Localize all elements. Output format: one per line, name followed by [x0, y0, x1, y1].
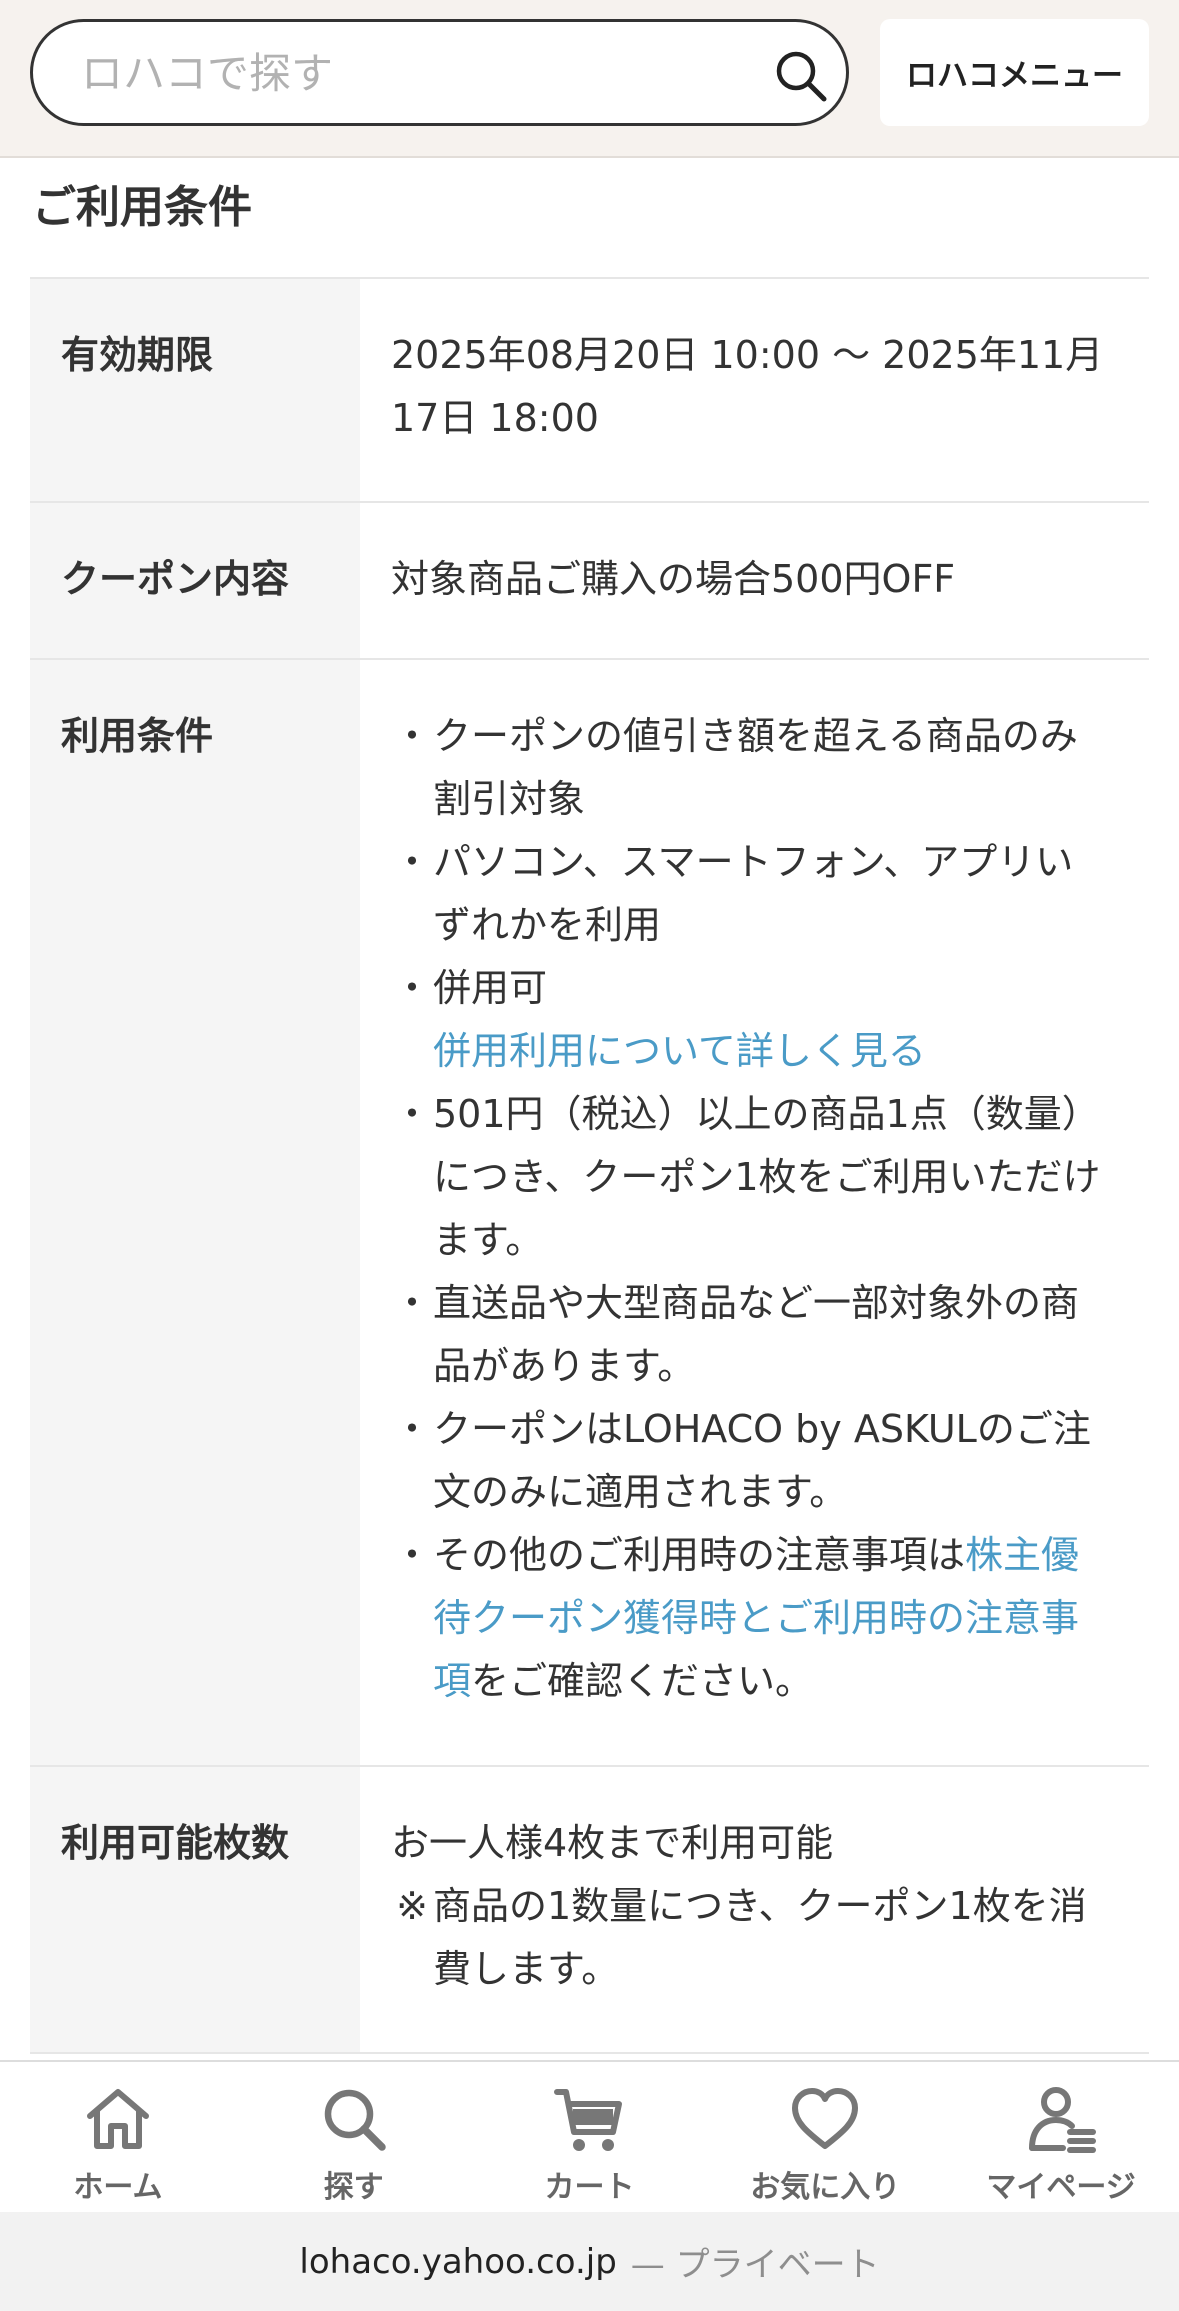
list-item: ・直送品や大型商品など一部対象外の商品があります。 — [392, 1281, 1080, 1388]
search-icon — [324, 2089, 386, 2151]
usable-count-label: 利用可能枚数 — [30, 1767, 360, 2052]
private-mode-label: — プライベート — [630, 2245, 880, 2285]
usage-terms-list: ・クーポンの値引き額を超える商品のみ割引対象 ・パソコン、スマートフォン、アプリ… — [391, 705, 1109, 1020]
heart-icon — [792, 2088, 859, 2149]
list-item: ・クーポンはLOHACO by ASKULのご注文のみに適用されます。 — [392, 1407, 1091, 1514]
list-item: ・パソコン、スマートフォン、アプリいずれかを利用 — [392, 840, 1074, 947]
coupon-content-value: 対象商品ご購入の場合500円OFF — [391, 557, 956, 601]
usage-terms-label: 利用条件 — [30, 660, 360, 1765]
list-item: ・その他のご利用時の注意事項は株主優待クーポン獲得時とご利用時の注意事項をご確認… — [392, 1533, 1080, 1703]
nav-label: ホーム — [73, 2170, 163, 2205]
url-domain: lohaco.yahoo.co.jp — [299, 2241, 617, 2282]
section-title: ご利用条件 — [32, 182, 252, 233]
nav-item-home[interactable]: ホーム — [0, 2062, 236, 2212]
usable-count-notes: ※ 商品の1数量につき、クーポン1枚を消費します。 — [391, 1875, 1109, 2001]
list-item: ・併用可 — [392, 966, 548, 1010]
bottom-nav: ホーム 探す カート お気に入り マイページ — [0, 2060, 1179, 2212]
header: ロハコメニュー — [0, 0, 1179, 158]
search-input[interactable] — [81, 42, 721, 104]
page: ロハコメニュー ご利用条件 有効期限 2025年08月20日 10:00 〜 2… — [0, 0, 1179, 2311]
combined-use-details-link[interactable]: 併用利用について詳しく見る — [391, 1020, 1109, 1083]
coupon-content-label: クーポン内容 — [30, 503, 360, 658]
usable-count-value: お一人様4枚まで利用可能 ※ 商品の1数量につき、クーポン1枚を消費します。 — [360, 1767, 1149, 2052]
row-usable-count: 利用可能枚数 お一人様4枚まで利用可能 ※ 商品の1数量につき、クーポン1枚を消費… — [30, 1765, 1149, 2054]
nav-item-mypage[interactable]: マイページ — [943, 2062, 1179, 2212]
nav-label: お気に入り — [750, 2170, 901, 2205]
row-usage-terms: 利用条件 ・クーポンの値引き額を超える商品のみ割引対象 ・パソコン、スマートフォ… — [30, 658, 1149, 1765]
row-validity: 有効期限 2025年08月20日 10:00 〜 2025年11月17日 18:… — [30, 277, 1149, 501]
browser-url-bar[interactable]: lohaco.yahoo.co.jp — プライベート — [0, 2212, 1179, 2311]
list-item: ・クーポンの値引き額を超える商品のみ割引対象 — [392, 714, 1078, 821]
conditions-table: 有効期限 2025年08月20日 10:00 〜 2025年11月17日 18:… — [30, 277, 1149, 2054]
nav-item-favorites[interactable]: お気に入り — [707, 2062, 943, 2212]
nav-label: 探す — [323, 2170, 384, 2205]
lohaco-menu-button[interactable]: ロハコメニュー — [880, 19, 1149, 126]
validity-value: 2025年08月20日 10:00 〜 2025年11月17日 18:00 — [391, 333, 1104, 440]
nav-item-cart[interactable]: カート — [472, 2062, 708, 2212]
nav-item-search[interactable]: 探す — [236, 2062, 472, 2212]
usable-count-text: お一人様4枚まで利用可能 — [391, 1821, 834, 1865]
search-box[interactable] — [30, 19, 849, 126]
nav-label: カート — [544, 2170, 635, 2205]
validity-label: 有効期限 — [30, 279, 360, 501]
row-coupon-content: クーポン内容 対象商品ご購入の場合500円OFF — [30, 501, 1149, 658]
list-item: ・ 501円（税込）以上の商品1点（数量）につき、クーポン1枚をご利用いただけます… — [392, 1092, 1101, 1262]
home-icon — [86, 2089, 149, 2149]
nav-label: マイページ — [986, 2170, 1136, 2205]
usage-terms-list-continued: ・ 501円（税込）以上の商品1点（数量）につき、クーポン1枚をご利用いただけます… — [391, 1083, 1109, 1713]
cart-icon — [554, 2089, 623, 2151]
search-icon[interactable] — [771, 46, 831, 106]
note-item: ※ 商品の1数量につき、クーポン1枚を消費します。 — [396, 1884, 1087, 1991]
usage-terms-value: ・クーポンの値引き額を超える商品のみ割引対象 ・パソコン、スマートフォン、アプリ… — [360, 660, 1149, 1765]
user-icon — [1029, 2087, 1097, 2153]
